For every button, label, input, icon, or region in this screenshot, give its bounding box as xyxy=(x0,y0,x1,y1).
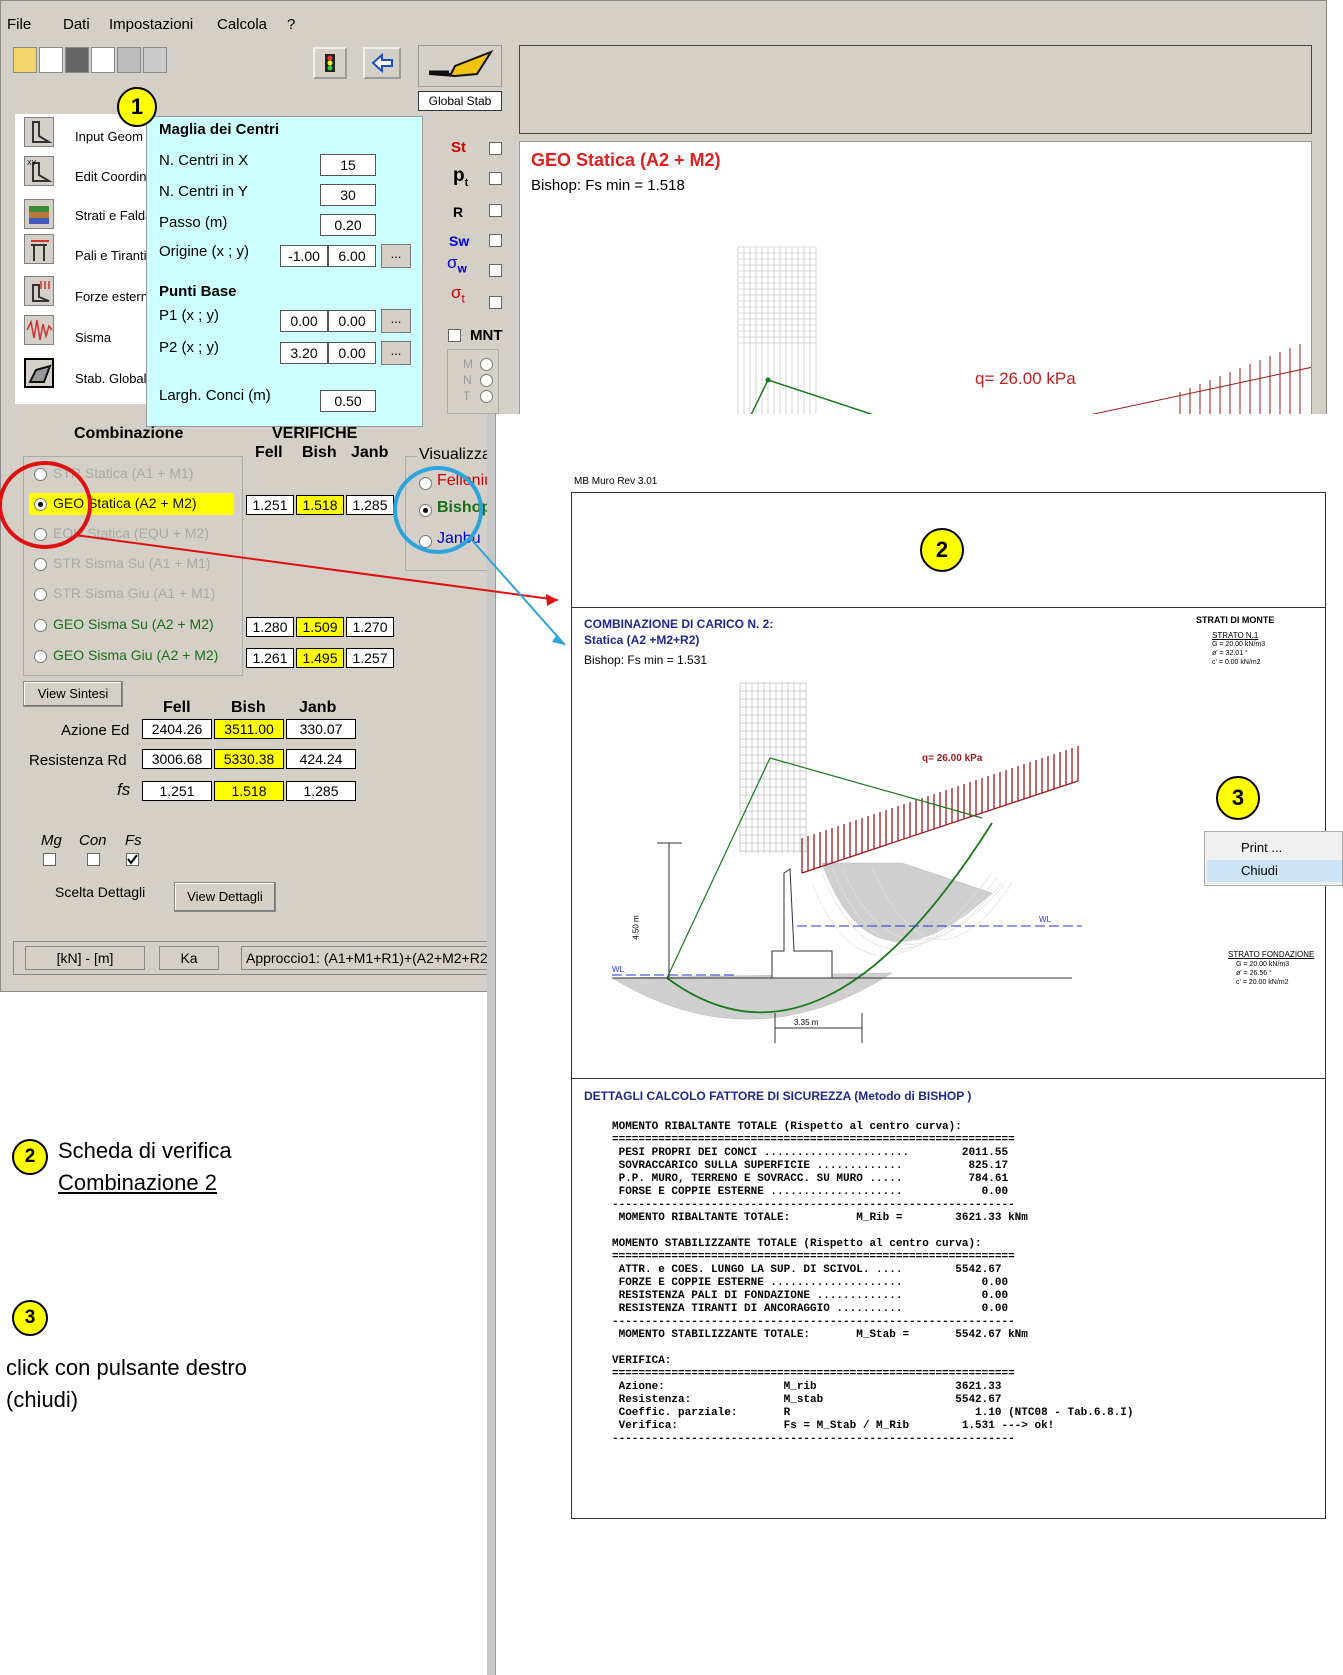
note2-line1: Scheda di verifica xyxy=(58,1138,232,1163)
annotation-3-legend-badge: 3 xyxy=(12,1300,48,1336)
annotation-2-legend-badge: 2 xyxy=(12,1139,48,1175)
annotation-1: 1 xyxy=(117,87,157,127)
note3-line2: (chiudi) xyxy=(6,1387,79,1412)
annotation-3: 3 xyxy=(1216,776,1260,820)
note3-line1: click con pulsante destro xyxy=(6,1355,247,1380)
annotation-2: 2 xyxy=(920,528,964,572)
annotation-overlay xyxy=(0,461,566,646)
note2-line2: Combinazione 2 xyxy=(58,1170,217,1195)
